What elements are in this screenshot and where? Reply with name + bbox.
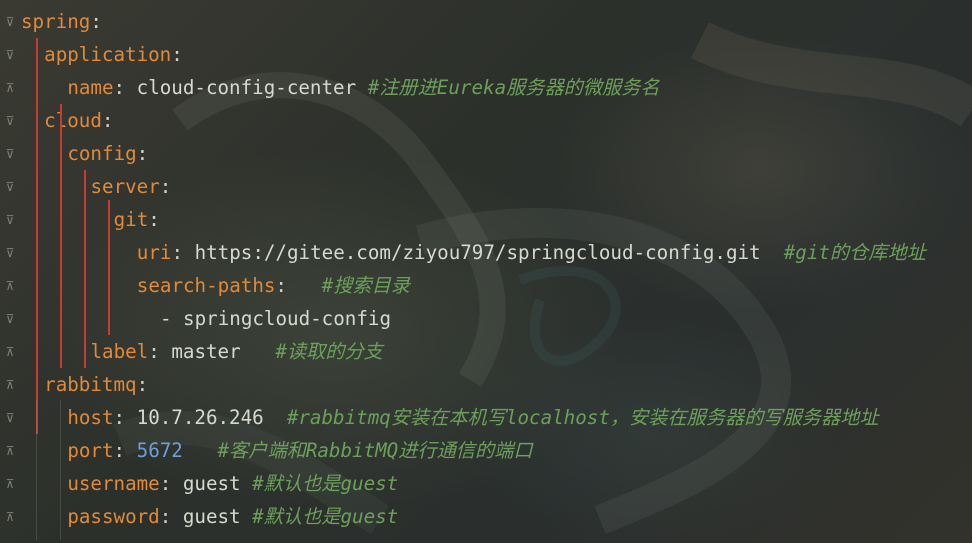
yaml-key: username [67,471,160,495]
code-line[interactable]: name: cloud-config-center #注册进Eureka服务器的… [67,71,659,104]
fold-open-icon[interactable]: ⊽ [4,311,16,327]
yaml-colon: : [148,207,160,231]
yaml-key: config [67,141,137,165]
indent-guide [84,170,86,368]
fold-open-icon[interactable]: ⊽ [4,245,16,261]
code-line[interactable]: server: [90,170,171,203]
fold-open-icon[interactable]: ⊽ [4,47,16,63]
yaml-colon: : [90,9,102,33]
yaml-key: password [67,504,160,528]
fold-close-icon[interactable]: ⊼ [4,344,16,360]
yaml-colon: : [159,504,172,528]
yaml-comment: #读取的分支 [275,339,383,363]
fold-open-icon[interactable]: ⊽ [4,113,16,129]
yaml-colon: : [275,273,287,297]
code-line[interactable]: application: [44,38,183,71]
indent-guide-faint [60,400,61,540]
code-line[interactable]: username: guest #默认也是guest [67,467,398,500]
yaml-value: - springcloud-config [159,306,391,330]
yaml-key: host [67,405,114,429]
yaml-colon: : [101,108,114,132]
code-line[interactable]: label: master #读取的分支 [90,335,382,368]
fold-open-icon[interactable]: ⊽ [4,14,16,30]
fold-open-icon[interactable]: ⊽ [4,146,16,162]
indent-guide [36,38,38,434]
fold-open-icon[interactable]: ⊽ [4,410,16,426]
yaml-key: server [90,174,160,198]
yaml-comment: #rabbitmq安装在本机写localhost，安装在服务器的写服务器地址 [286,405,879,429]
yaml-key: git [113,207,149,231]
yaml-value: 10.7.26.246 [125,405,287,429]
yaml-key: rabbitmq [44,372,137,396]
yaml-key: cloud [44,108,102,132]
yaml-comment: #git的仓库地址 [760,240,926,264]
yaml-key: uri [136,240,172,264]
code-line[interactable]: password: guest #默认也是guest [67,500,398,533]
code-line[interactable]: rabbitmq: [44,368,148,401]
indent-guide [108,200,110,335]
fold-close-icon[interactable]: ⊼ [4,377,16,393]
yaml-key: spring [21,9,91,33]
yaml-key: application [44,42,172,66]
fold-close-icon[interactable]: ⊼ [4,443,16,459]
yaml-colon: : [148,339,160,363]
yaml-colon: : [113,75,126,99]
yaml-colon: : [113,405,126,429]
yaml-colon: : [136,372,149,396]
fold-close-icon[interactable]: ⊼ [4,278,16,294]
code-line[interactable]: host: 10.7.26.246 #rabbitmq安装在本机写localho… [67,401,878,434]
yaml-value: https://gitee.com/ziyou797/springcloud-c… [183,240,761,264]
yaml-number: 5672 [125,438,183,462]
yaml-key: search-paths [136,273,276,297]
yaml-colon: : [159,471,172,495]
fold-close-icon[interactable]: ⊼ [4,476,16,492]
yaml-value: guest [171,471,253,495]
yaml-value [287,274,322,297]
editor-gutter: ⊽⊽⊼⊽⊽⊽⊽⊽⊼⊽⊼⊼⊽⊼⊼⊼⊼ [0,0,22,543]
yaml-value: cloud-config-center [125,75,357,99]
indent-guide-faint [36,400,37,540]
yaml-comment: #搜索目录 [321,273,410,297]
code-line[interactable]: cloud: [44,104,113,137]
code-line[interactable]: git: [114,203,160,236]
yaml-value: guest [171,504,253,528]
yaml-colon: : [136,141,149,165]
yaml-key: name [67,75,114,99]
code-line[interactable]: spring: [21,5,102,38]
code-line[interactable]: uri: https://gitee.com/ziyou797/springcl… [137,236,926,269]
code-line[interactable]: port: 5672 #客户端和RabbitMQ进行通信的端口 [67,434,532,467]
fold-close-icon[interactable]: ⊼ [4,80,16,96]
yaml-colon: : [171,42,183,66]
fold-open-icon[interactable]: ⊽ [4,179,16,195]
code-line[interactable]: config: [67,137,148,170]
yaml-comment: #客户端和RabbitMQ进行通信的端口 [182,438,533,462]
code-editor[interactable]: ⊽⊽⊼⊽⊽⊽⊽⊽⊼⊽⊼⊼⊽⊼⊼⊼⊼ spring:application:nam… [0,0,972,543]
yaml-key: label [90,339,149,363]
yaml-comment: #注册进Eureka服务器的微服务名 [356,75,660,99]
fold-close-icon[interactable]: ⊼ [4,509,16,525]
yaml-comment: #默认也是guest [252,471,399,495]
yaml-colon: : [113,438,126,462]
fold-open-icon[interactable]: ⊽ [4,212,16,228]
indent-guide [60,104,62,368]
yaml-colon: : [159,174,172,198]
yaml-value: master [159,339,276,363]
code-line[interactable]: search-paths: #搜索目录 [137,269,410,302]
yaml-comment: #默认也是guest [252,504,399,528]
yaml-colon: : [171,240,184,264]
code-line[interactable]: - springcloud-config [160,302,391,335]
yaml-key: port [67,438,114,462]
